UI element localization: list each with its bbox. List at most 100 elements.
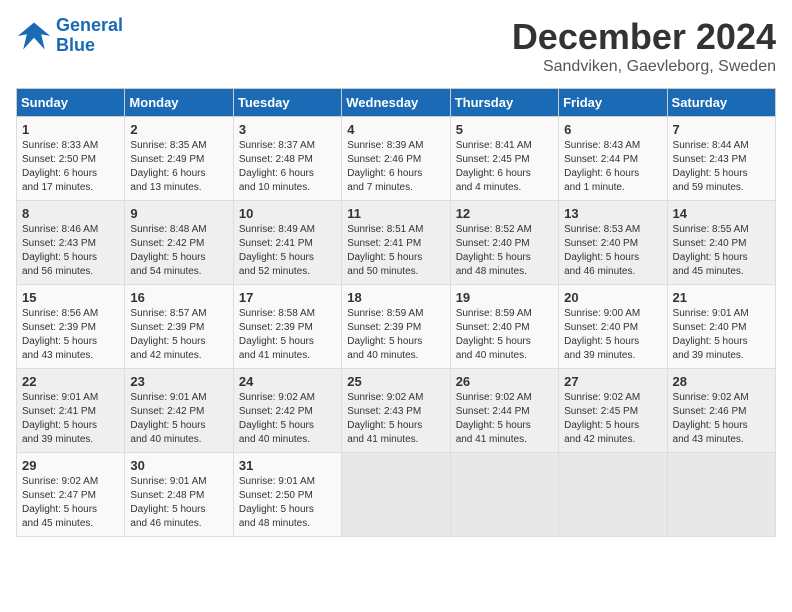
calendar-cell: 19 Sunrise: 8:59 AM Sunset: 2:40 PM Dayli…	[450, 285, 558, 369]
header: General Blue December 2024 Sandviken, Ga…	[16, 16, 776, 76]
day-number: 5	[456, 122, 553, 137]
calendar-cell: 29Sunrise: 9:02 AM Sunset: 2:47 PM Dayli…	[17, 453, 125, 537]
column-header-tuesday: Tuesday	[233, 89, 341, 117]
day-info: Sunrise: 8:48 AM Sunset: 2:42 PM Dayligh…	[130, 223, 227, 279]
calendar-cell: 12 Sunrise: 8:52 AM Sunset: 2:40 PM Dayli…	[450, 201, 558, 285]
calendar-cell: 27Sunrise: 9:02 AM Sunset: 2:45 PM Dayli…	[559, 369, 667, 453]
title-block: December 2024 Sandviken, Gaevleborg, Swe…	[512, 16, 776, 76]
day-info: Sunrise: 8:53 AM Sunset: 2:40 PM Dayligh…	[564, 223, 661, 279]
calendar-cell: 15 Sunrise: 8:56 AM Sunset: 2:39 PM Dayli…	[17, 285, 125, 369]
day-number: 3	[239, 122, 336, 137]
calendar-cell: 26 Sunrise: 9:02 AM Sunset: 2:44 PM Dayli…	[450, 369, 558, 453]
day-info: Sunrise: 8:37 AM Sunset: 2:48 PM Dayligh…	[239, 139, 336, 195]
day-info: Sunrise: 8:59 AM Sunset: 2:39 PM Dayligh…	[347, 307, 444, 363]
day-info: Sunrise: 8:57 AM Sunset: 2:39 PM Dayligh…	[130, 307, 227, 363]
calendar-cell	[342, 453, 450, 537]
day-info: Sunrise: 9:01 AM Sunset: 2:40 PM Dayligh…	[673, 307, 770, 363]
calendar-cell: 24 Sunrise: 9:02 AM Sunset: 2:42 PM Dayli…	[233, 369, 341, 453]
day-number: 8	[22, 206, 119, 221]
calendar-cell: 7 Sunrise: 8:44 AM Sunset: 2:43 PM Daylig…	[667, 117, 775, 201]
column-header-monday: Monday	[125, 89, 233, 117]
day-number: 26	[456, 374, 553, 389]
calendar-cell: 3 Sunrise: 8:37 AM Sunset: 2:48 PM Daylig…	[233, 117, 341, 201]
week-row-4: 22 Sunrise: 9:01 AM Sunset: 2:41 PM Dayli…	[17, 369, 776, 453]
day-info: Sunrise: 8:55 AM Sunset: 2:40 PM Dayligh…	[673, 223, 770, 279]
week-row-2: 8 Sunrise: 8:46 AM Sunset: 2:43 PM Daylig…	[17, 201, 776, 285]
day-info: Sunrise: 8:35 AM Sunset: 2:49 PM Dayligh…	[130, 139, 227, 195]
day-info: Sunrise: 9:02 AM Sunset: 2:43 PM Dayligh…	[347, 391, 444, 447]
day-info: Sunrise: 9:01 AM Sunset: 2:41 PM Dayligh…	[22, 391, 119, 447]
day-info: Sunrise: 9:00 AM Sunset: 2:40 PM Dayligh…	[564, 307, 661, 363]
calendar-cell: 14 Sunrise: 8:55 AM Sunset: 2:40 PM Dayli…	[667, 201, 775, 285]
day-info: Sunrise: 8:56 AM Sunset: 2:39 PM Dayligh…	[22, 307, 119, 363]
calendar-title: December 2024	[512, 16, 776, 58]
day-number: 25	[347, 374, 444, 389]
day-number: 17	[239, 290, 336, 305]
calendar-body: 1Sunrise: 8:33 AM Sunset: 2:50 PM Daylig…	[17, 117, 776, 537]
calendar-cell: 2 Sunrise: 8:35 AM Sunset: 2:49 PM Daylig…	[125, 117, 233, 201]
calendar-cell: 16Sunrise: 8:57 AM Sunset: 2:39 PM Dayli…	[125, 285, 233, 369]
day-info: Sunrise: 9:01 AM Sunset: 2:42 PM Dayligh…	[130, 391, 227, 447]
day-number: 18	[347, 290, 444, 305]
day-number: 24	[239, 374, 336, 389]
day-number: 9	[130, 206, 227, 221]
calendar-header-row: SundayMondayTuesdayWednesdayThursdayFrid…	[17, 89, 776, 117]
week-row-3: 15 Sunrise: 8:56 AM Sunset: 2:39 PM Dayli…	[17, 285, 776, 369]
column-header-friday: Friday	[559, 89, 667, 117]
logo-icon	[16, 18, 52, 54]
day-number: 7	[673, 122, 770, 137]
day-info: Sunrise: 9:02 AM Sunset: 2:44 PM Dayligh…	[456, 391, 553, 447]
day-info: Sunrise: 9:02 AM Sunset: 2:46 PM Dayligh…	[673, 391, 770, 447]
calendar-cell: 1Sunrise: 8:33 AM Sunset: 2:50 PM Daylig…	[17, 117, 125, 201]
column-header-sunday: Sunday	[17, 89, 125, 117]
calendar-cell: 9 Sunrise: 8:48 AM Sunset: 2:42 PM Daylig…	[125, 201, 233, 285]
day-info: Sunrise: 8:46 AM Sunset: 2:43 PM Dayligh…	[22, 223, 119, 279]
week-row-5: 29Sunrise: 9:02 AM Sunset: 2:47 PM Dayli…	[17, 453, 776, 537]
day-info: Sunrise: 8:49 AM Sunset: 2:41 PM Dayligh…	[239, 223, 336, 279]
calendar-table: SundayMondayTuesdayWednesdayThursdayFrid…	[16, 88, 776, 537]
calendar-subtitle: Sandviken, Gaevleborg, Sweden	[512, 58, 776, 76]
day-number: 28	[673, 374, 770, 389]
logo-text: General Blue	[56, 16, 123, 56]
day-number: 6	[564, 122, 661, 137]
calendar-cell	[450, 453, 558, 537]
day-number: 27	[564, 374, 661, 389]
calendar-cell: 22 Sunrise: 9:01 AM Sunset: 2:41 PM Dayli…	[17, 369, 125, 453]
column-header-thursday: Thursday	[450, 89, 558, 117]
calendar-cell: 10 Sunrise: 8:49 AM Sunset: 2:41 PM Dayli…	[233, 201, 341, 285]
day-number: 2	[130, 122, 227, 137]
calendar-cell: 23Sunrise: 9:01 AM Sunset: 2:42 PM Dayli…	[125, 369, 233, 453]
calendar-cell: 6Sunrise: 8:43 AM Sunset: 2:44 PM Daylig…	[559, 117, 667, 201]
day-info: Sunrise: 8:52 AM Sunset: 2:40 PM Dayligh…	[456, 223, 553, 279]
calendar-cell	[667, 453, 775, 537]
day-number: 21	[673, 290, 770, 305]
day-info: Sunrise: 8:39 AM Sunset: 2:46 PM Dayligh…	[347, 139, 444, 195]
day-info: Sunrise: 8:51 AM Sunset: 2:41 PM Dayligh…	[347, 223, 444, 279]
day-info: Sunrise: 8:33 AM Sunset: 2:50 PM Dayligh…	[22, 139, 119, 195]
calendar-cell: 5Sunrise: 8:41 AM Sunset: 2:45 PM Daylig…	[450, 117, 558, 201]
day-number: 22	[22, 374, 119, 389]
calendar-cell: 8 Sunrise: 8:46 AM Sunset: 2:43 PM Daylig…	[17, 201, 125, 285]
day-number: 4	[347, 122, 444, 137]
calendar-cell: 20Sunrise: 9:00 AM Sunset: 2:40 PM Dayli…	[559, 285, 667, 369]
calendar-cell: 31Sunrise: 9:01 AM Sunset: 2:50 PM Dayli…	[233, 453, 341, 537]
day-info: Sunrise: 8:59 AM Sunset: 2:40 PM Dayligh…	[456, 307, 553, 363]
day-number: 10	[239, 206, 336, 221]
calendar-cell: 18 Sunrise: 8:59 AM Sunset: 2:39 PM Dayli…	[342, 285, 450, 369]
day-number: 12	[456, 206, 553, 221]
calendar-cell: 17Sunrise: 8:58 AM Sunset: 2:39 PM Dayli…	[233, 285, 341, 369]
day-number: 15	[22, 290, 119, 305]
column-header-saturday: Saturday	[667, 89, 775, 117]
day-info: Sunrise: 8:44 AM Sunset: 2:43 PM Dayligh…	[673, 139, 770, 195]
day-number: 19	[456, 290, 553, 305]
calendar-cell: 28 Sunrise: 9:02 AM Sunset: 2:46 PM Dayli…	[667, 369, 775, 453]
calendar-cell: 21 Sunrise: 9:01 AM Sunset: 2:40 PM Dayli…	[667, 285, 775, 369]
calendar-cell: 4 Sunrise: 8:39 AM Sunset: 2:46 PM Daylig…	[342, 117, 450, 201]
day-number: 11	[347, 206, 444, 221]
column-header-wednesday: Wednesday	[342, 89, 450, 117]
week-row-1: 1Sunrise: 8:33 AM Sunset: 2:50 PM Daylig…	[17, 117, 776, 201]
calendar-cell: 11 Sunrise: 8:51 AM Sunset: 2:41 PM Dayli…	[342, 201, 450, 285]
day-number: 14	[673, 206, 770, 221]
day-info: Sunrise: 9:02 AM Sunset: 2:42 PM Dayligh…	[239, 391, 336, 447]
day-info: Sunrise: 9:02 AM Sunset: 2:47 PM Dayligh…	[22, 475, 119, 531]
